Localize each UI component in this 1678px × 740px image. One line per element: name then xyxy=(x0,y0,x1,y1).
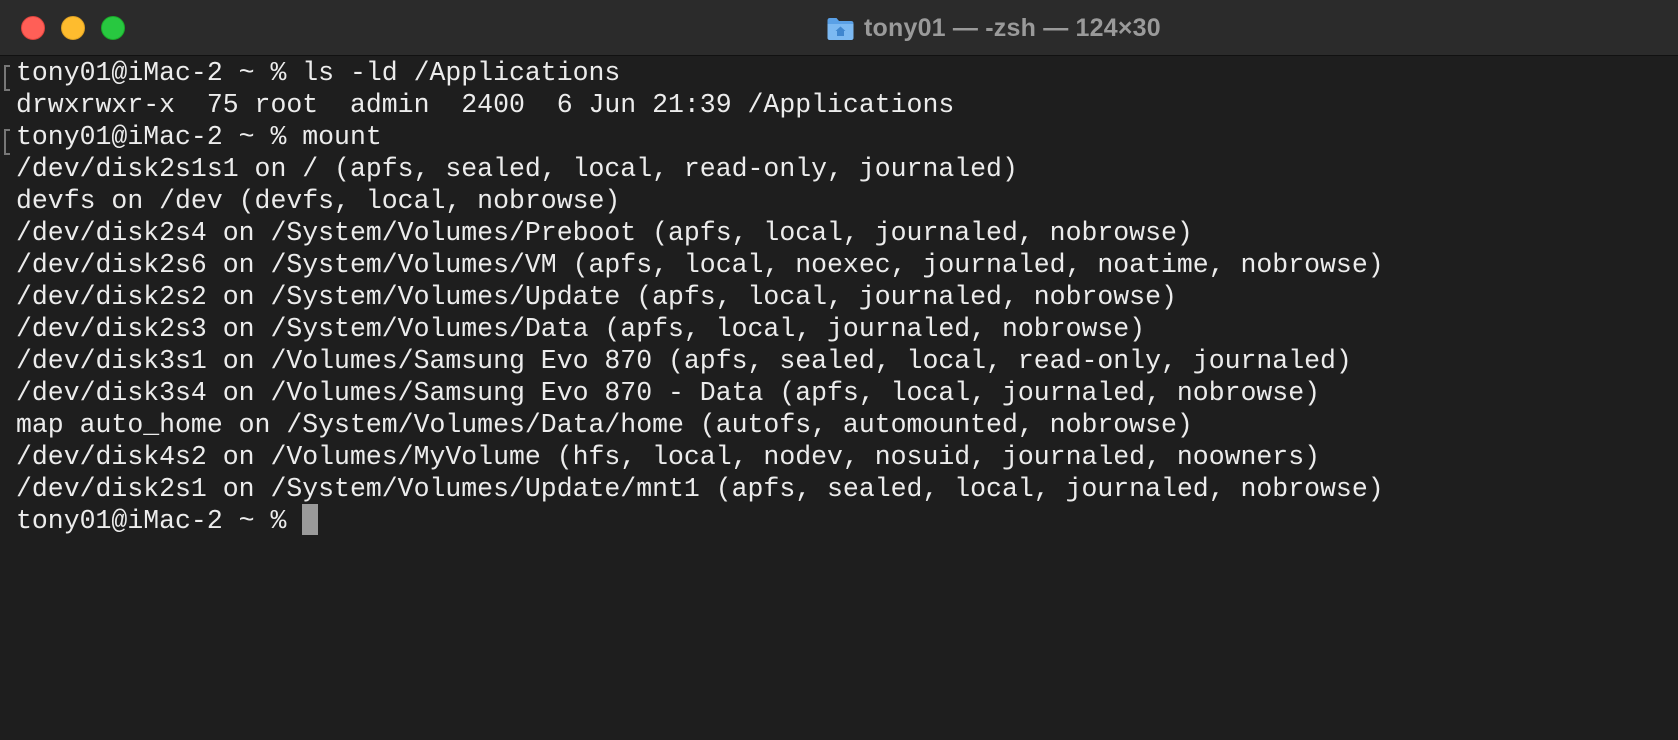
terminal-line: /dev/disk4s2 on /Volumes/MyVolume (hfs, … xyxy=(16,442,1321,472)
window-title: tony01 — -zsh — 124×30 xyxy=(864,13,1161,42)
current-prompt-line[interactable]: tony01@iMac-2 ~ % xyxy=(16,503,319,538)
minimize-button[interactable] xyxy=(61,16,85,40)
current-prompt: tony01@iMac-2 ~ % xyxy=(16,506,303,536)
terminal-line: drwxrwxr-x 75 root admin 2400 6 Jun 21:3… xyxy=(16,90,955,120)
terminal-line: /dev/disk3s4 on /Volumes/Samsung Evo 870… xyxy=(16,378,1321,408)
terminal-line: /dev/disk2s4 on /System/Volumes/Preboot … xyxy=(16,218,1193,248)
terminal-line: map auto_home on /System/Volumes/Data/ho… xyxy=(16,410,1193,440)
terminal-line: tony01@iMac-2 ~ % ls -ld /Applications xyxy=(16,58,621,88)
terminal-line: /dev/disk2s6 on /System/Volumes/VM (apfs… xyxy=(16,250,1384,280)
terminal-line: devfs on /dev (devfs, local, nobrowse) xyxy=(16,186,621,216)
prompt-mark-icon xyxy=(4,129,10,155)
home-folder-icon xyxy=(827,17,854,40)
maximize-button[interactable] xyxy=(101,16,125,40)
terminal-line: /dev/disk3s1 on /Volumes/Samsung Evo 870… xyxy=(16,346,1352,376)
terminal-line: /dev/disk2s1s1 on / (apfs, sealed, local… xyxy=(16,154,1018,184)
title-bar[interactable]: tony01 — -zsh — 124×30 xyxy=(0,0,1678,56)
text-cursor xyxy=(302,503,319,535)
window-title-group: tony01 — -zsh — 124×30 xyxy=(826,13,1161,43)
terminal-line: /dev/disk2s1 on /System/Volumes/Update/m… xyxy=(16,474,1384,504)
terminal-output[interactable]: tony01@iMac-2 ~ % ls -ld /Applications d… xyxy=(0,58,1678,740)
terminal-line: /dev/disk2s2 on /System/Volumes/Update (… xyxy=(16,282,1177,312)
prompt-mark-icon xyxy=(4,65,10,91)
terminal-window: tony01 — -zsh — 124×30 tony01@iMac-2 ~ %… xyxy=(0,0,1678,740)
terminal-line: tony01@iMac-2 ~ % mount xyxy=(16,122,382,152)
close-button[interactable] xyxy=(21,16,45,40)
terminal-line: /dev/disk2s3 on /System/Volumes/Data (ap… xyxy=(16,314,1146,344)
